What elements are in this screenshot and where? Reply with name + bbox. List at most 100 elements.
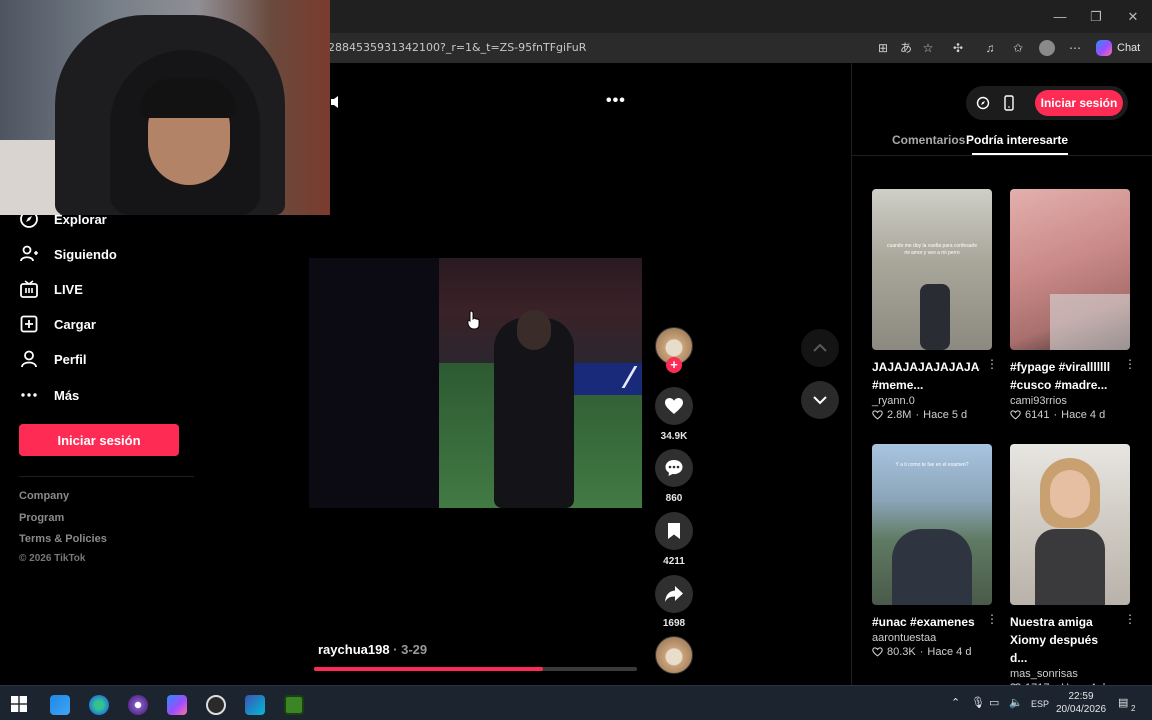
edge-icon[interactable]	[89, 695, 109, 715]
close-window-button[interactable]: ✕	[1119, 6, 1147, 28]
card-options-icon[interactable]: ⋮	[1124, 612, 1136, 626]
extensions-icon[interactable]: ✣	[950, 40, 966, 56]
previous-video-button[interactable]	[801, 329, 839, 367]
notification-count: 2	[1131, 704, 1136, 713]
sidebar-item-label: Siguiendo	[54, 246, 117, 262]
tabs-separator	[852, 155, 1152, 156]
card-options-icon[interactable]: ⋮	[986, 612, 998, 626]
favorites-icon[interactable]: ✩	[1010, 40, 1026, 56]
video-thumbnail[interactable]: cuando me doy la vuelta para confesarle …	[872, 189, 992, 350]
video-player[interactable]	[309, 258, 642, 508]
save-button[interactable]	[655, 512, 693, 550]
more-icon	[18, 384, 40, 406]
video-more-options-button[interactable]: •••	[606, 92, 626, 110]
webcam-hair	[140, 78, 236, 118]
video-progress-fill	[314, 667, 544, 671]
video-author[interactable]: raychua198 · 3-29	[318, 642, 427, 657]
share-count: 1698	[662, 618, 686, 629]
user-follow-icon	[18, 243, 40, 265]
favorite-star-icon[interactable]: ☆	[920, 40, 936, 56]
card-age: Hace 4 d	[927, 646, 972, 658]
volume-icon[interactable]: 🔈	[1009, 696, 1023, 709]
outlook-icon[interactable]	[50, 695, 70, 715]
card-title: #unac #examenes	[872, 615, 975, 629]
suggested-video-card[interactable]: Y a ti como te fue en el examen? #unac #…	[872, 444, 998, 658]
sound-disc-avatar[interactable]	[655, 636, 693, 674]
share-icon	[665, 586, 683, 602]
compass-small-icon[interactable]	[976, 96, 990, 110]
media-control-icon[interactable]: ♫	[982, 40, 998, 56]
thumb-shape	[1050, 294, 1130, 350]
active-tab-indicator	[972, 153, 1068, 155]
card-age: Hace 4 d	[1061, 409, 1106, 421]
card-options-icon[interactable]: ⋮	[986, 357, 998, 371]
profile-avatar-icon[interactable]	[1039, 40, 1055, 56]
video-thumbnail[interactable]	[1010, 444, 1130, 605]
video-frame-head	[517, 310, 551, 350]
share-button[interactable]	[655, 575, 693, 613]
like-button[interactable]	[655, 387, 693, 425]
system-clock[interactable]: 22:59 20/04/2026	[1056, 690, 1106, 716]
tray-chevron-up-icon[interactable]: ⌃	[951, 696, 960, 709]
follow-plus-icon[interactable]: +	[666, 357, 682, 373]
card-options-icon[interactable]: ⋮	[1124, 357, 1136, 371]
video-frame-left	[309, 258, 439, 508]
copilot-taskbar-icon[interactable]	[167, 695, 187, 715]
upload-icon	[18, 313, 40, 335]
screen: — ❐ ✕ 2884535931342100?_r=1&_t=ZS-95fnTF…	[0, 0, 1152, 720]
language-indicator[interactable]: ESP	[1031, 699, 1049, 709]
next-video-button[interactable]	[801, 381, 839, 419]
obs-icon[interactable]	[128, 695, 148, 715]
sidebar-item-siguiendo[interactable]: Siguiendo	[18, 240, 117, 268]
panel-login-button[interactable]: Iniciar sesión	[1035, 90, 1123, 116]
sidebar-login-button[interactable]: Iniciar sesión	[19, 424, 179, 456]
tab-podria-interesarte[interactable]: Podría interesarte	[966, 133, 1068, 147]
footer-program-link[interactable]: Program	[19, 512, 64, 524]
tab-comentarios[interactable]: Comentarios	[892, 133, 965, 147]
suggested-video-card[interactable]: cuando me doy la vuelta para confesarle …	[872, 189, 998, 421]
restore-button[interactable]: ❐	[1082, 6, 1110, 28]
capture-app-icon[interactable]	[206, 695, 226, 715]
browser-menu-icon[interactable]: ⋯	[1067, 40, 1083, 56]
sidebar-item-label: Perfil	[54, 351, 87, 367]
suggested-video-card[interactable]: Nuestra amiga Xiomy después d... mas_son…	[1010, 444, 1136, 694]
notification-icon[interactable]: ▤	[1118, 696, 1128, 709]
video-thumbnail[interactable]: Y a ti como te fue en el examen?	[872, 444, 992, 605]
sidebar-item-live[interactable]: LIVE	[18, 275, 83, 303]
card-username[interactable]: cami93rrios	[1010, 395, 1130, 407]
minecraft-icon[interactable]	[284, 695, 304, 715]
footer-company-link[interactable]: Company	[19, 490, 69, 502]
sidebar-item-cargar[interactable]: Cargar	[18, 310, 96, 338]
address-bar-url[interactable]: 2884535931342100?_r=1&_t=ZS-95fnTFgiFuR	[328, 41, 586, 54]
hand-cursor-icon	[467, 310, 480, 330]
translate-icon[interactable]: あ	[898, 40, 914, 56]
card-username[interactable]: _ryann.0	[872, 395, 992, 407]
webcam-cloth	[0, 140, 60, 215]
video-thumbnail[interactable]	[1010, 189, 1130, 350]
audio-toggle-icon[interactable]	[330, 95, 340, 109]
like-count: 34.9K	[660, 431, 688, 442]
video-progress-bar[interactable]	[314, 667, 637, 671]
sidebar-item-perfil[interactable]: Perfil	[18, 345, 87, 373]
card-username[interactable]: mas_sonrisas	[1010, 668, 1130, 680]
card-likes: 6141	[1025, 409, 1050, 421]
card-username[interactable]: aarontuestaa	[872, 632, 992, 644]
microphone-icon[interactable]: 🎙	[971, 696, 985, 709]
author-username[interactable]: raychua198	[318, 642, 390, 657]
app-available-icon[interactable]: ⊞	[875, 40, 891, 56]
comment-button[interactable]	[655, 449, 693, 487]
network-icon[interactable]: ▭	[989, 696, 999, 709]
app-icon[interactable]	[245, 695, 265, 715]
windows-start-icon[interactable]	[11, 696, 27, 712]
thumb-figure	[920, 284, 950, 350]
minimize-button[interactable]: —	[1046, 6, 1074, 28]
phone-icon[interactable]	[1003, 95, 1015, 111]
suggested-video-card[interactable]: #fypage #viralllllll #cusco #madre... ca…	[1010, 189, 1136, 421]
card-separator: ·	[1053, 409, 1058, 421]
bookmark-icon	[668, 523, 680, 539]
sidebar-item-mas[interactable]: Más	[18, 381, 79, 409]
footer-terms-link[interactable]: Terms & Policies	[19, 533, 107, 545]
thumb-figure	[892, 529, 972, 605]
card-separator: ·	[919, 646, 924, 658]
copilot-chat-button[interactable]: Chat	[1096, 38, 1140, 58]
